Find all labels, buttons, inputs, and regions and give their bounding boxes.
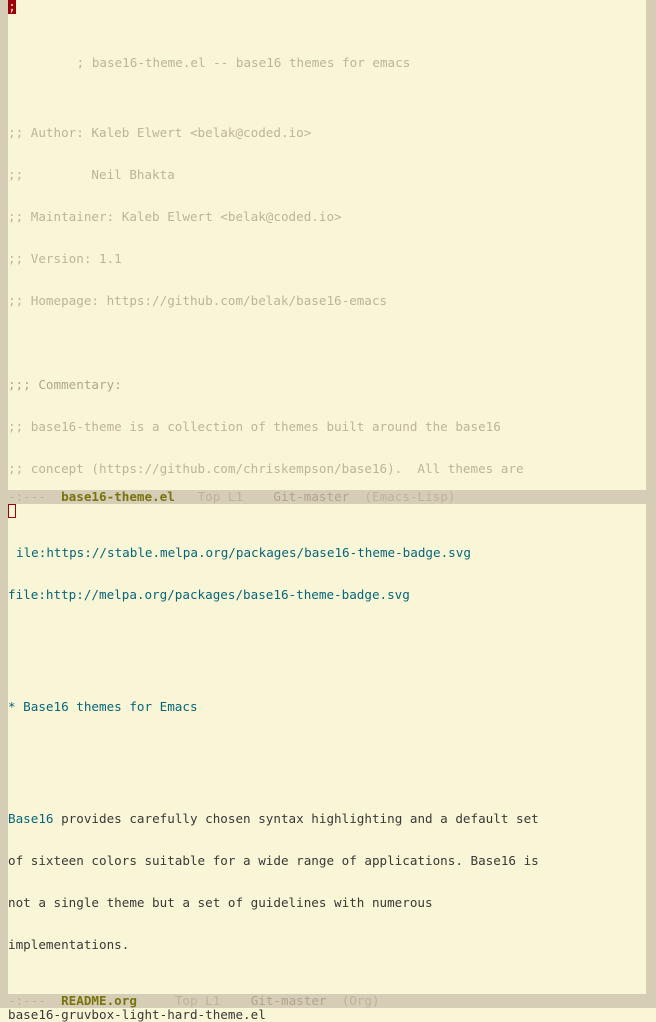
modeline-vc-branch[interactable]: Git-master: [251, 994, 327, 1008]
modeline-vc-branch[interactable]: Git-master: [273, 490, 349, 504]
code-line: ;; Version: 1.1: [8, 251, 122, 266]
elisp-buffer-text[interactable]: ; base16-theme.el -- base16 themes for e…: [8, 0, 646, 490]
org-buffer-text[interactable]: ile:https://stable.melpa.org/packages/ba…: [8, 504, 646, 994]
modeline-position: Top L1: [174, 994, 221, 1008]
modeline-gap: [137, 994, 175, 1008]
org-link-stable-melpa[interactable]: ile:https://stable.melpa.org/packages/ba…: [8, 545, 471, 560]
text-cursor-elisp: ;: [8, 0, 16, 14]
echo-area[interactable]: base16-gruvbox-light-hard-theme.el: [0, 1008, 656, 1022]
modeline-gap: [175, 490, 198, 504]
org-text: provides carefully chosen syntax highlig…: [53, 811, 539, 826]
left-fringe-org: [0, 504, 8, 994]
org-link-melpa[interactable]: file:http://melpa.org/packages/base16-th…: [8, 588, 646, 602]
right-fringe-org: [646, 504, 656, 994]
cursor-char: ;: [8, 0, 16, 14]
org-paragraph-line: Base16 provides carefully chosen syntax …: [8, 812, 646, 826]
code-line-text: ; base16-theme.el -- base16 themes for e…: [76, 55, 411, 70]
modeline-buffer-name[interactable]: base16-theme.el: [61, 490, 175, 504]
emacs-frame: ; base16-theme.el -- base16 themes for e…: [0, 0, 656, 1022]
modeline-indicator: -:---: [8, 994, 46, 1008]
modeline-major-mode[interactable]: (Emacs-Lisp): [364, 490, 455, 504]
right-fringe-elisp: [646, 0, 656, 490]
modeline-indicator: -:---: [8, 490, 46, 504]
code-line: ;; base16-theme is a collection of theme…: [8, 419, 501, 434]
code-line: ;; Homepage: https://github.com/belak/ba…: [8, 293, 388, 308]
modeline-buffer-name[interactable]: README.org: [61, 994, 137, 1008]
code-line: ;; Author: Kaleb Elwert <belak@coded.io>: [8, 125, 312, 140]
echo-area-text: base16-gruvbox-light-hard-theme.el: [8, 1008, 266, 1022]
modeline-position: Top L1: [197, 490, 244, 504]
modeline-gap: [327, 994, 342, 1008]
org-link-base16[interactable]: Base16: [8, 811, 54, 826]
org-window[interactable]: ile:https://stable.melpa.org/packages/ba…: [0, 504, 656, 994]
modeline-gap: [46, 490, 61, 504]
modeline-gap: [243, 490, 273, 504]
org-heading-level-1[interactable]: * Base16 themes for Emacs: [8, 700, 646, 714]
code-line: ;; concept (https://github.com/chriskemp…: [8, 461, 524, 476]
text-cursor-org: [8, 504, 16, 518]
modeline-elisp[interactable]: -:--- base16-theme.el Top L1 Git-master …: [0, 490, 656, 504]
modeline-gap: [220, 994, 250, 1008]
org-paragraph-line: implementations.: [8, 937, 130, 952]
org-line-badge-link: ile:https://stable.melpa.org/packages/ba…: [8, 546, 646, 560]
modeline-org[interactable]: -:--- README.org Top L1 Git-master (Org): [0, 994, 656, 1008]
org-line-blank: [8, 980, 646, 994]
modeline-gap: [349, 490, 364, 504]
code-line: ;; Neil Bhakta: [8, 167, 175, 182]
elisp-window[interactable]: ; base16-theme.el -- base16 themes for e…: [0, 0, 656, 490]
org-paragraph-line: not a single theme but a set of guidelin…: [8, 895, 433, 910]
code-line: ;;; Commentary:: [8, 377, 122, 392]
org-paragraph-line: of sixteen colors suitable for a wide ra…: [8, 853, 539, 868]
code-line: ;; Maintainer: Kaleb Elwert <belak@coded…: [8, 209, 342, 224]
left-fringe-elisp: [0, 0, 8, 490]
modeline-gap: [46, 994, 61, 1008]
code-line: ; base16-theme.el -- base16 themes for e…: [8, 42, 646, 70]
modeline-major-mode[interactable]: (Org): [342, 994, 380, 1008]
org-line-blank: [8, 630, 646, 644]
org-line-blank: [8, 742, 646, 756]
